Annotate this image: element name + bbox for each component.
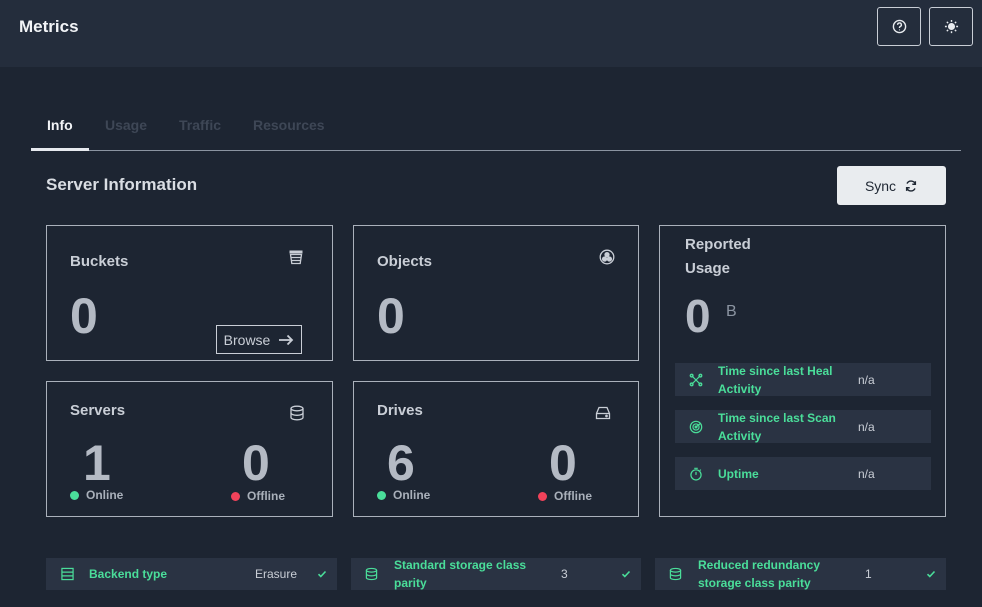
storage-class-icon [669,567,682,581]
offline-dot [538,491,547,501]
online-dot [70,490,79,500]
servers-online-count: 1 [83,435,111,491]
objects-label: Objects [377,253,433,270]
reported-usage-card: Reported Usage 0 B Time since last Heal … [659,225,946,517]
objects-card: Objects 0 [353,225,639,361]
tab-info[interactable]: Info [47,117,73,133]
theme-toggle-button[interactable] [929,7,973,46]
servers-card: Servers 1 Online 0 Offline [46,381,333,517]
drives-card: Drives 6 Online 0 Offline [353,381,639,517]
backend-type-value: Erasure [255,567,298,581]
heal-icon [689,373,703,386]
check-icon [926,570,936,578]
refresh-icon [905,179,917,192]
browse-button-label: Browse [223,331,271,348]
uptime-row: Uptime n/a [675,457,931,490]
scan-activity-row: Time since last Scan Activity n/a [675,410,931,443]
heal-activity-row: Time since last Heal Activity n/a [675,363,931,396]
sun-icon [944,19,958,34]
drives-online-count: 6 [387,435,415,491]
reported-usage-label: Reported Usage [685,236,751,277]
drives-label: Drives [377,402,423,419]
drives-online-status: Online [377,488,430,502]
check-icon [621,570,631,578]
servers-offline-count: 0 [242,435,270,491]
backend-type-item: Backend type Erasure [46,558,337,590]
tab-bar: Info Usage Traffic Resources [31,105,961,151]
scan-icon [689,420,703,433]
active-tab-indicator [31,148,89,151]
storage-class-icon [365,567,378,581]
list-icon [61,567,74,581]
standard-parity-value: 3 [561,567,568,581]
uptime-label: Uptime [718,466,759,481]
tab-usage[interactable]: Usage [105,117,147,133]
help-circle-icon [892,19,906,34]
scan-activity-value: n/a [858,419,875,434]
check-icon [317,570,327,578]
drives-offline-count: 0 [549,435,577,491]
servers-offline-label: Offline [247,489,285,503]
drives-offline-label: Offline [554,489,592,503]
reported-usage-value: 0 [685,290,711,342]
heal-activity-label: Time since last Heal Activity [718,363,833,396]
standard-parity-label: Standard storage class parity [394,558,527,590]
buckets-count: 0 [70,288,98,344]
database-icon [290,405,304,421]
scan-activity-label: Time since last Scan Activity [718,410,836,443]
help-button[interactable] [877,7,921,46]
servers-online-label: Online [86,488,124,502]
objects-count: 0 [377,288,405,344]
heal-activity-value: n/a [858,372,875,387]
tab-traffic[interactable]: Traffic [179,117,221,133]
standard-parity-item: Standard storage class parity 3 [351,558,641,590]
buckets-label: Buckets [70,253,129,270]
servers-online-status: Online [70,488,123,502]
sync-button[interactable]: Sync [837,166,946,205]
servers-offline-status: Offline [231,489,285,503]
online-dot [377,490,386,500]
backend-type-label: Backend type [89,567,168,581]
drives-online-label: Online [393,488,431,502]
drives-offline-status: Offline [538,489,592,503]
reduced-redundancy-parity-value: 1 [865,567,872,581]
offline-dot [231,491,240,501]
tab-resources[interactable]: Resources [253,117,325,133]
servers-label: Servers [70,402,126,419]
bucket-icon [289,250,303,265]
reported-usage-unit: B [726,303,737,320]
sync-button-label: Sync [864,177,897,194]
reduced-redundancy-parity-label: Reduced redundancy storage class parity [698,558,821,590]
arrow-right-icon [279,334,294,345]
page-title: Metrics [19,17,79,36]
buckets-card: Buckets 0 Browse [46,225,333,361]
reduced-redundancy-parity-item: Reduced redundancy storage class parity … [655,558,946,590]
section-title: Server Information [46,175,198,194]
uptime-value: n/a [858,466,875,481]
browse-button[interactable]: Browse [216,325,302,354]
app-header: Metrics [0,0,982,67]
uptime-icon [690,467,702,481]
objects-icon [599,249,615,265]
drive-icon [595,406,611,420]
